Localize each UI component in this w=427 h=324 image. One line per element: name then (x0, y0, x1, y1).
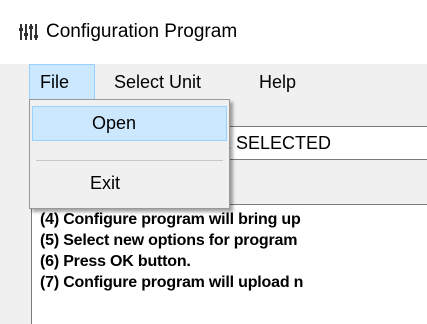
menu-separator (36, 160, 223, 161)
instruction-line: (6) Press OK button. (40, 253, 191, 270)
file-menu-dropdown: Open Exit (29, 99, 230, 209)
selected-unit-value: E SELECTED (219, 133, 332, 153)
instruction-line: (7) Configure program will upload n (40, 274, 304, 291)
menu-help[interactable]: Help (249, 64, 306, 100)
instructions-box: (4) Configure program will bring up (5) … (31, 204, 427, 324)
instruction-line: (4) Configure program will bring up (40, 211, 301, 228)
menu-select-unit[interactable]: Select Unit (104, 64, 211, 100)
menu-item-exit[interactable]: Exit (32, 167, 227, 202)
title-bar[interactable]: Configuration Program (0, 0, 427, 64)
menu-file[interactable]: File (29, 64, 95, 100)
instruction-line: (5) Select new options for program (40, 232, 298, 249)
window-title: Configuration Program (46, 21, 238, 42)
app-configuration-icon (19, 24, 38, 40)
menu-bar: File Select Unit Help (29, 64, 427, 100)
menu-item-open[interactable]: Open (32, 106, 227, 141)
